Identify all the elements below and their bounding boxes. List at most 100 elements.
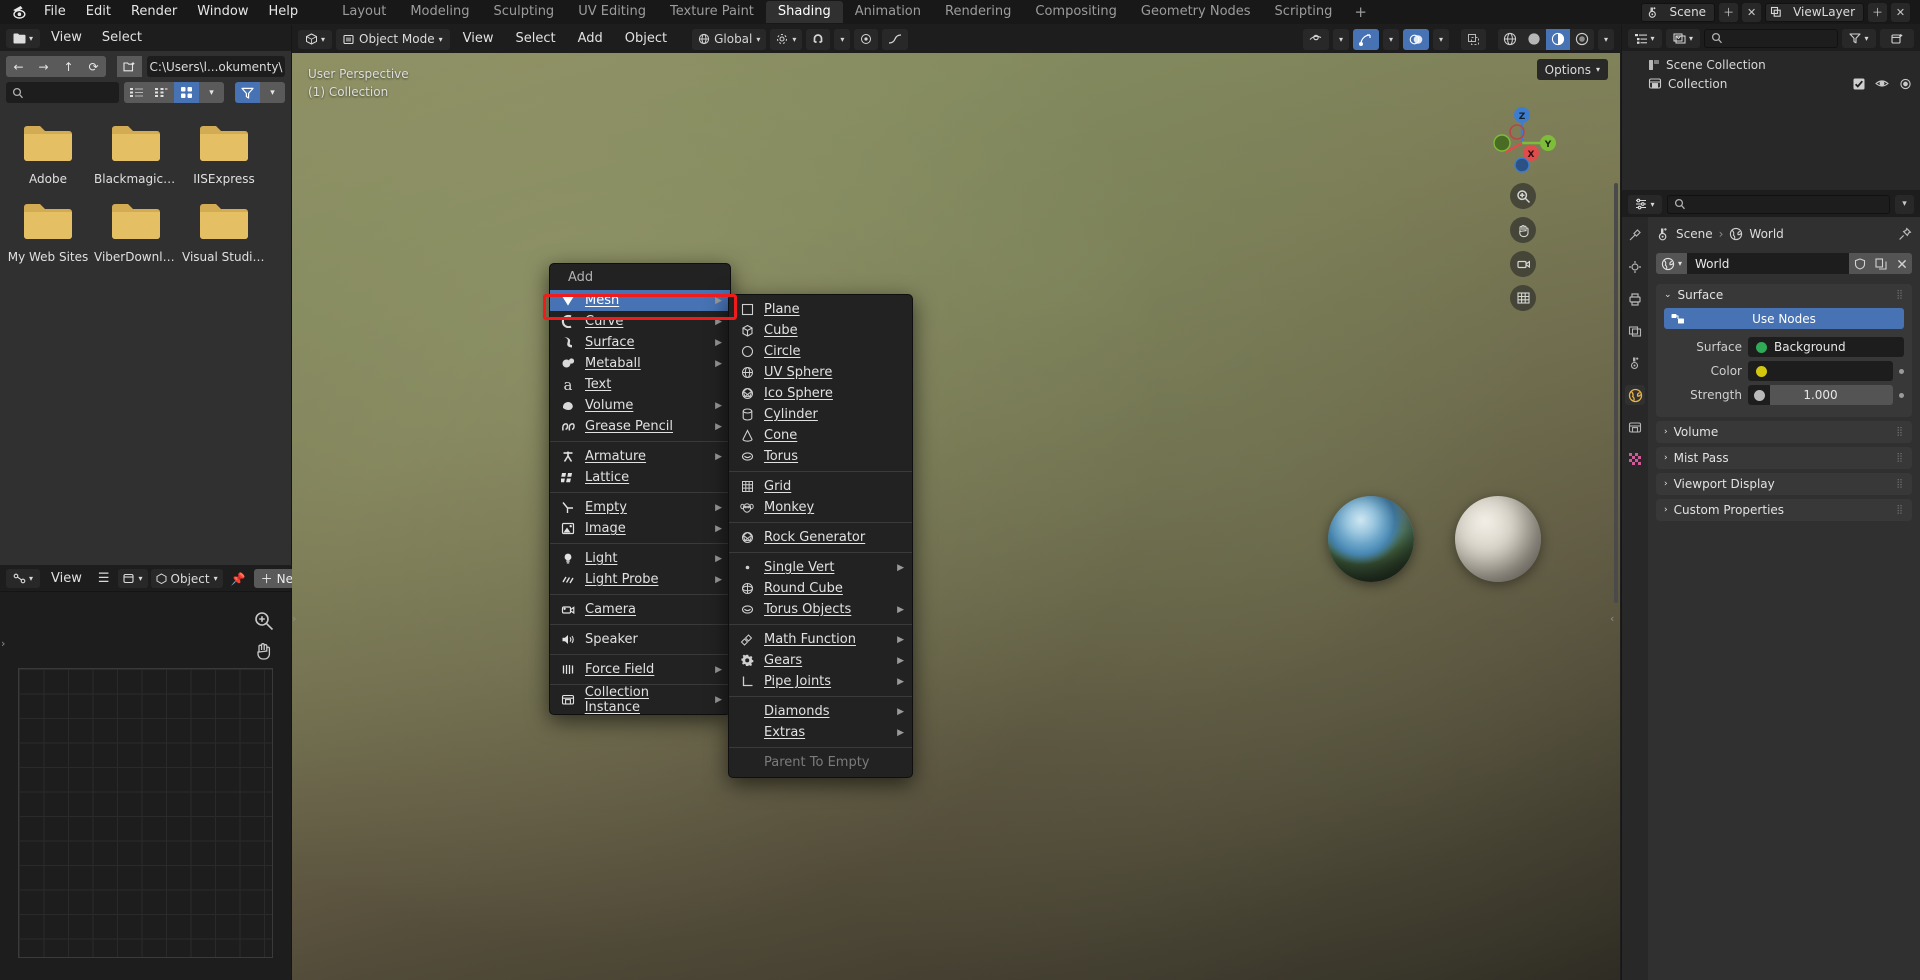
mesh-submenu-item-gears[interactable]: Gears ▶ bbox=[729, 650, 912, 671]
menu-file[interactable]: File bbox=[34, 0, 76, 24]
shield-icon[interactable] bbox=[1849, 253, 1870, 274]
menu-render[interactable]: Render bbox=[121, 0, 187, 24]
outliner-row-scene-collection[interactable]: Scene Collection bbox=[1622, 55, 1920, 74]
3d-viewport-editor-icon[interactable]: ▾ bbox=[298, 29, 332, 49]
mesh-submenu-item-monkey[interactable]: Monkey bbox=[729, 497, 912, 518]
mesh-submenu-item-cube[interactable]: Cube bbox=[729, 320, 912, 341]
use-nodes-button[interactable]: Use Nodes bbox=[1664, 308, 1904, 329]
mesh-submenu-item-ico-sphere[interactable]: Ico Sphere bbox=[729, 383, 912, 404]
mesh-submenu-item-cylinder[interactable]: Cylinder bbox=[729, 404, 912, 425]
new-scene-icon[interactable]: ＋ bbox=[1719, 2, 1739, 22]
file-item[interactable]: Visual Studio... bbox=[180, 193, 268, 265]
camera-view-icon[interactable] bbox=[1510, 251, 1536, 277]
mesh-submenu-item-math-function[interactable]: Math Function ▶ bbox=[729, 629, 912, 650]
surface-panel-header[interactable]: ⌄ Surface ⣿ bbox=[1656, 284, 1912, 306]
file-item[interactable]: Adobe bbox=[4, 115, 92, 187]
pin-icon[interactable] bbox=[1898, 227, 1912, 241]
viewport-canvas[interactable]: User Perspective (1) Collection Options … bbox=[292, 53, 1620, 980]
add-menu-item-metaball[interactable]: Metaball ▶ bbox=[550, 353, 730, 374]
properties-tab-collection[interactable] bbox=[1625, 417, 1645, 437]
world-browse-icon[interactable]: ▾ bbox=[1656, 253, 1688, 274]
arrow-up-icon[interactable]: ↑ bbox=[56, 56, 81, 77]
add-menu-item-speaker[interactable]: Speaker bbox=[550, 629, 730, 650]
properties-tab-texture[interactable] bbox=[1625, 449, 1645, 469]
mist-pass-panel[interactable]: › Mist Pass ⣿ bbox=[1656, 447, 1912, 469]
viewport-menu-object[interactable]: Object bbox=[616, 25, 676, 53]
viewport-display-panel[interactable]: › Viewport Display ⣿ bbox=[1656, 473, 1912, 495]
shading-chevron-down-icon[interactable]: ▾ bbox=[1597, 28, 1614, 50]
workspace-tab-animation[interactable]: Animation bbox=[843, 1, 933, 23]
shader-editor-canvas[interactable] bbox=[0, 592, 291, 980]
properties-tab-world[interactable] bbox=[1625, 385, 1645, 405]
menu-help[interactable]: Help bbox=[259, 0, 309, 24]
drag-handle-icon[interactable]: ⣿ bbox=[1896, 505, 1904, 515]
add-menu-item-light-probe[interactable]: Light Probe ▶ bbox=[550, 569, 730, 590]
shader-type-icon[interactable]: ▾ bbox=[117, 569, 148, 588]
file-item[interactable]: ViberDownlo... bbox=[92, 193, 180, 265]
pin-icon[interactable]: 📌 bbox=[226, 572, 251, 586]
add-menu-item-camera[interactable]: Camera bbox=[550, 599, 730, 620]
outliner-editor-icon[interactable]: ▾ bbox=[1628, 28, 1662, 48]
properties-tab-output[interactable] bbox=[1625, 289, 1645, 309]
drag-handle-icon[interactable]: ⣿ bbox=[1896, 290, 1904, 300]
unlink-scene-icon[interactable]: ✕ bbox=[1742, 2, 1762, 22]
workspace-tab-geometry-nodes[interactable]: Geometry Nodes bbox=[1129, 1, 1263, 23]
workspace-tab-rendering[interactable]: Rendering bbox=[933, 1, 1023, 23]
workspace-tab-scripting[interactable]: Scripting bbox=[1263, 1, 1345, 23]
overlays-chevron-down-icon[interactable]: ▾ bbox=[1432, 28, 1449, 50]
add-menu-item-empty[interactable]: Empty ▶ bbox=[550, 497, 730, 518]
breadcrumb-world-label[interactable]: World bbox=[1749, 227, 1783, 241]
visibility-icon[interactable] bbox=[1302, 28, 1329, 50]
breadcrumb-scene-label[interactable]: Scene bbox=[1676, 227, 1713, 241]
solid-icon[interactable] bbox=[1521, 28, 1546, 50]
blender-logo-icon[interactable] bbox=[0, 5, 34, 20]
transform-orientation-selector[interactable]: Global ▾ bbox=[692, 28, 767, 50]
outliner-display-mode-selector[interactable]: ▾ bbox=[1666, 28, 1700, 48]
file-path-field[interactable]: C:\Users\l...okumenty\ bbox=[147, 56, 285, 77]
viewport-menu-add[interactable]: Add bbox=[569, 25, 612, 53]
shader-editor-icon[interactable]: ▾ bbox=[6, 569, 40, 588]
mesh-submenu-item-extras[interactable]: Extras ▶ bbox=[729, 722, 912, 743]
file-item[interactable]: My Web Sites bbox=[4, 193, 92, 265]
mesh-submenu-item-single-vert[interactable]: Single Vert ▶ bbox=[729, 557, 912, 578]
drag-handle-icon[interactable]: ⣿ bbox=[1896, 427, 1904, 437]
falloff-icon[interactable] bbox=[882, 28, 909, 50]
visibility-chevron-down-icon[interactable]: ▾ bbox=[1332, 28, 1349, 50]
add-menu-item-curve[interactable]: Curve ▶ bbox=[550, 311, 730, 332]
x-icon[interactable] bbox=[1891, 253, 1912, 274]
file-search-input[interactable] bbox=[6, 82, 119, 103]
animate-property-dot-icon[interactable] bbox=[1899, 392, 1904, 398]
vertical-list-icon[interactable] bbox=[124, 82, 149, 103]
add-menu-item-surface[interactable]: Surface ▶ bbox=[550, 332, 730, 353]
file-item[interactable]: Blackmagic ... bbox=[92, 115, 180, 187]
menu-list-icon[interactable]: ☰ bbox=[93, 571, 115, 586]
background-color-field[interactable] bbox=[1748, 361, 1893, 381]
surface-shader-dropdown[interactable]: Background bbox=[1748, 337, 1904, 357]
wireframe-icon[interactable] bbox=[1497, 28, 1522, 50]
mesh-submenu-item-pipe-joints[interactable]: Pipe Joints ▶ bbox=[729, 671, 912, 692]
viewport-menu-view[interactable]: View bbox=[454, 25, 503, 53]
menu-edit[interactable]: Edit bbox=[76, 0, 121, 24]
add-menu-item-armature[interactable]: Armature ▶ bbox=[550, 446, 730, 467]
add-menu-item-text[interactable]: a Text bbox=[550, 374, 730, 395]
mesh-submenu-item-circle[interactable]: Circle bbox=[729, 341, 912, 362]
xray-icon[interactable] bbox=[1460, 28, 1486, 50]
mesh-submenu-item-torus[interactable]: Torus bbox=[729, 446, 912, 467]
viewlayer-selector[interactable]: ViewLayer bbox=[1765, 2, 1864, 22]
arrow-right-icon[interactable]: → bbox=[31, 56, 56, 77]
file-browser-menu-select[interactable]: Select bbox=[93, 25, 151, 51]
workspace-tab-sculpting[interactable]: Sculpting bbox=[481, 1, 566, 23]
workspace-tab-modeling[interactable]: Modeling bbox=[398, 1, 481, 23]
properties-tab-scene[interactable] bbox=[1625, 353, 1645, 373]
mesh-submenu-item-grid[interactable]: Grid bbox=[729, 476, 912, 497]
mesh-submenu-item-cone[interactable]: Cone bbox=[729, 425, 912, 446]
mesh-submenu-item-round-cube[interactable]: Round Cube bbox=[729, 578, 912, 599]
new-collection-icon[interactable] bbox=[1880, 28, 1914, 48]
copy-icon[interactable] bbox=[1870, 253, 1891, 274]
drag-handle-icon[interactable]: ⣿ bbox=[1896, 479, 1904, 489]
area-split-arrow-viewport-right[interactable]: ‹ bbox=[1610, 612, 1614, 625]
file-browser-editor-icon[interactable]: ▾ bbox=[6, 28, 40, 48]
rendered-icon[interactable] bbox=[1569, 28, 1594, 50]
eye-icon[interactable] bbox=[1875, 78, 1889, 90]
background-strength-slider[interactable]: 1.000 bbox=[1748, 385, 1893, 405]
